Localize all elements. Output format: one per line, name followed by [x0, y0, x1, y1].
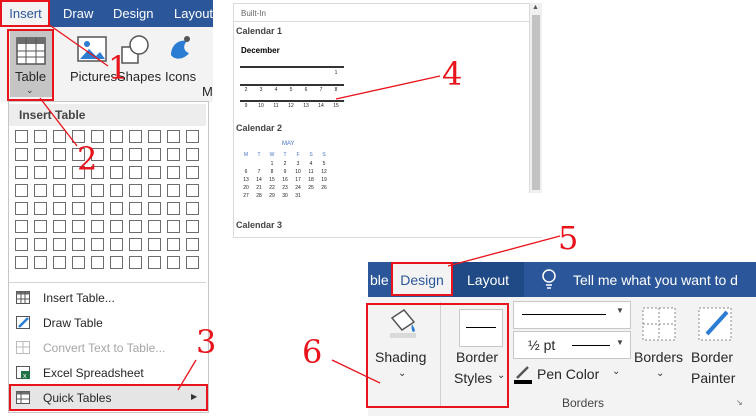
annotation-5: 5: [558, 219, 579, 257]
annotation-2: 2: [77, 140, 98, 178]
annotation-6: 6: [302, 333, 323, 371]
annotation-1: 1: [108, 49, 129, 87]
annotation-3: 3: [196, 323, 217, 361]
annotation-4: 4: [442, 55, 463, 93]
